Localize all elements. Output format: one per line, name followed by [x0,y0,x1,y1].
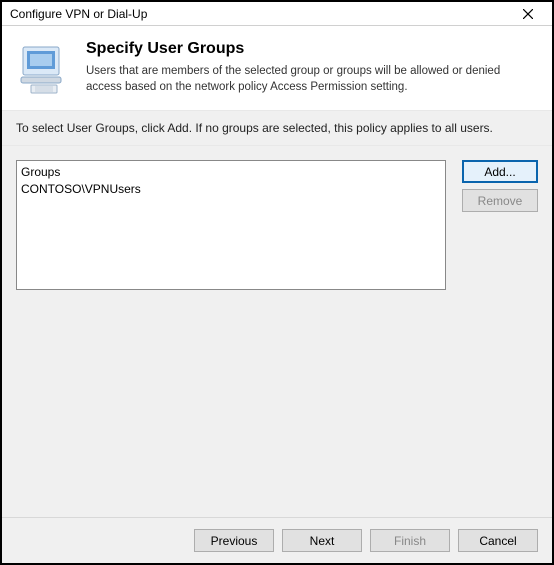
groups-row: Groups CONTOSO\VPNUsers Add... Remove [16,160,538,290]
previous-button[interactable]: Previous [194,529,274,552]
finish-button[interactable]: Finish [370,529,450,552]
groups-column-header: Groups [21,163,441,181]
header-text: Specify User Groups Users that are membe… [86,40,532,96]
wizard-buttons: Previous Next Finish Cancel [2,517,552,563]
list-item[interactable]: CONTOSO\VPNUsers [21,181,441,197]
side-buttons: Add... Remove [462,160,538,212]
window-title: Configure VPN or Dial-Up [10,7,508,21]
titlebar: Configure VPN or Dial-Up [2,2,552,26]
remove-button[interactable]: Remove [462,189,538,212]
dialog-window: Configure VPN or Dial-Up [0,0,554,565]
close-icon [523,6,533,22]
header-panel: Specify User Groups Users that are membe… [2,26,552,110]
groups-listbox[interactable]: Groups CONTOSO\VPNUsers [16,160,446,290]
page-description: Users that are members of the selected g… [86,64,532,95]
body-area: Groups CONTOSO\VPNUsers Add... Remove [2,146,552,517]
close-button[interactable] [508,4,548,24]
add-button[interactable]: Add... [462,160,538,183]
computer-icon [16,40,72,96]
instruction-text: To select User Groups, click Add. If no … [2,110,552,146]
next-button[interactable]: Next [282,529,362,552]
cancel-button[interactable]: Cancel [458,529,538,552]
page-heading: Specify User Groups [86,40,532,58]
